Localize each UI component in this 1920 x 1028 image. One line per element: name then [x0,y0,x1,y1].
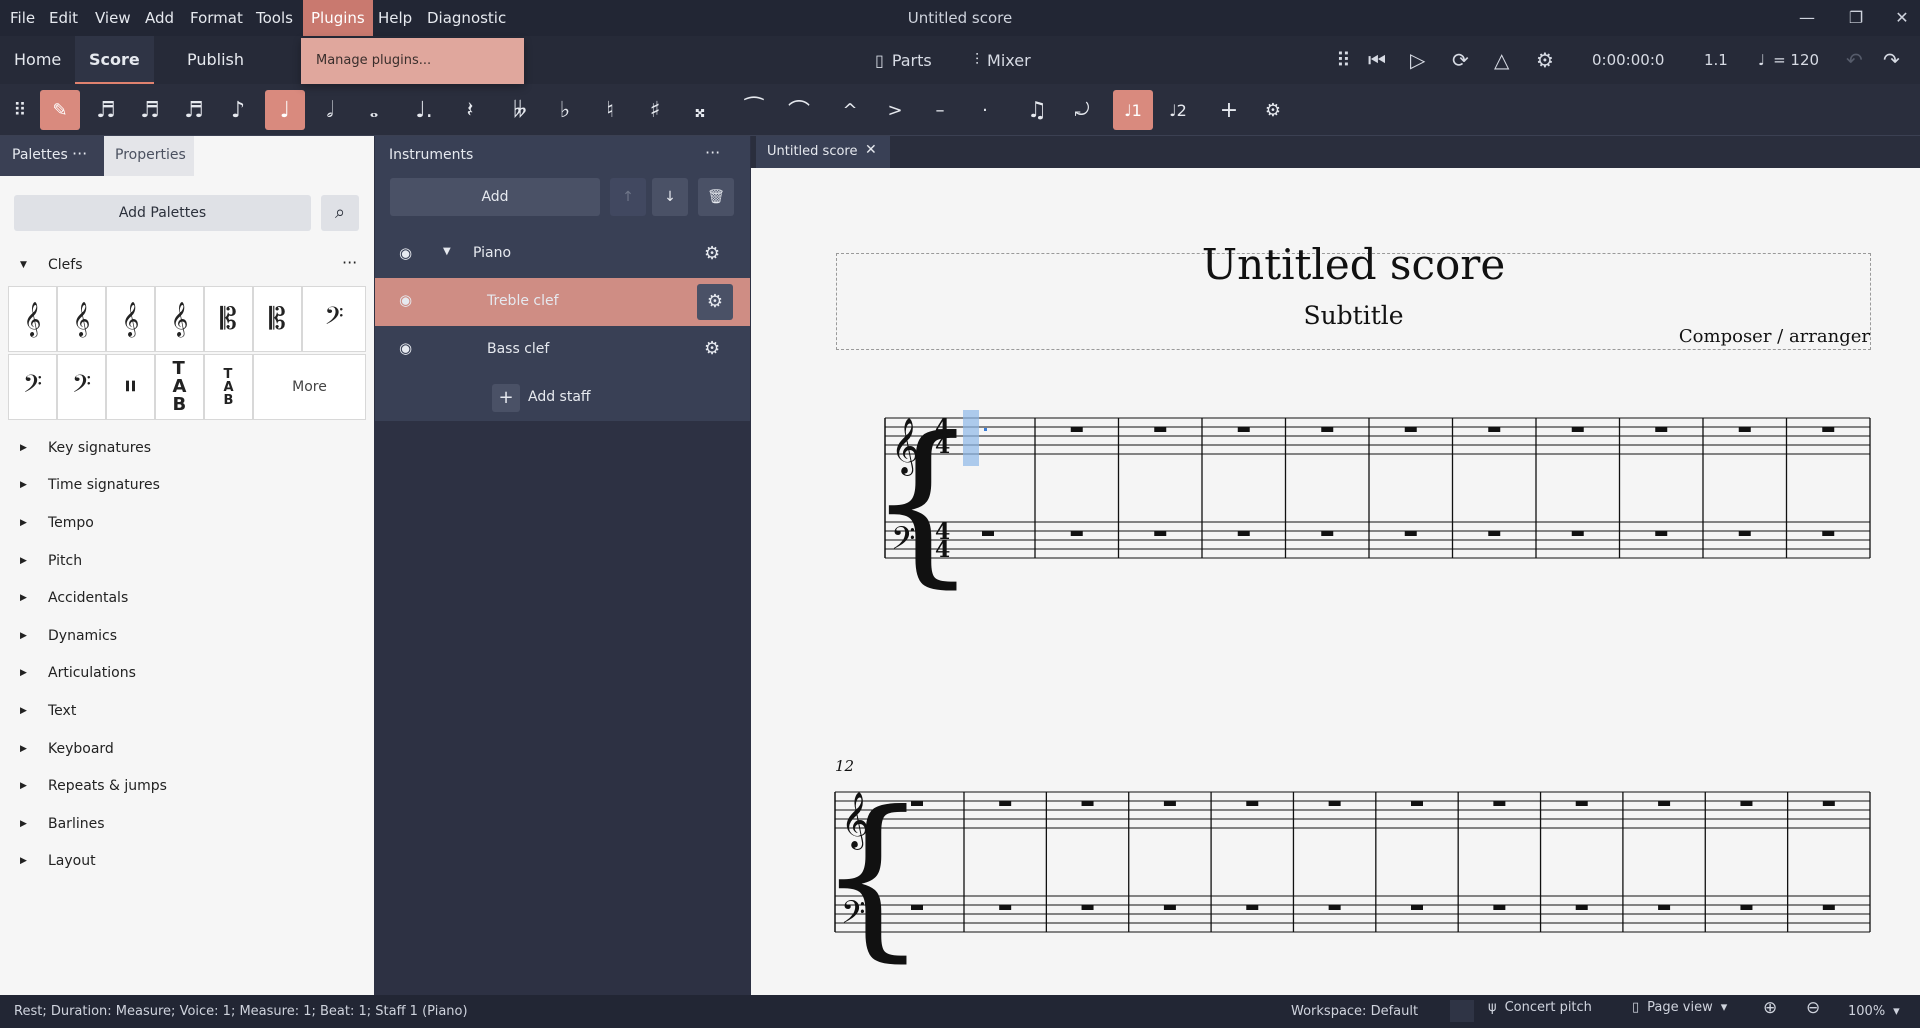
whole-rest [1246,905,1259,910]
page-view-select[interactable]: ▯ Page view ▾ [1632,1000,1727,1015]
whole-rest [1081,905,1094,910]
whole-rest [1740,801,1753,806]
whole-rest [1822,531,1835,536]
whole-rest [1328,801,1341,806]
whole-rest [1571,427,1584,432]
whole-rest [1154,531,1167,536]
whole-rest [1658,905,1671,910]
whole-rest [1488,427,1501,432]
whole-rest [1655,531,1668,536]
chevron-down-icon: ▾ [1720,1000,1728,1015]
whole-rest [1740,905,1753,910]
chevron-down-icon: ▾ [1893,1004,1900,1019]
time-signature-denominator: 4 [935,537,950,563]
bass-clef-icon: 𝄢 [891,520,915,564]
whole-rest [1070,427,1083,432]
whole-rest [1163,801,1176,806]
zoom-out-icon[interactable]: ⊖ [1806,998,1820,1018]
treble-clef-icon: 𝄞 [841,792,869,850]
treble-clef-icon: 𝄞 [891,418,919,476]
system-1: {𝄞𝄢4444 [867,401,1871,604]
bass-clef-icon: 𝄢 [841,894,865,938]
whole-rest [999,801,1012,806]
zoom-select[interactable]: 100% ▾ [1848,1004,1900,1019]
whole-rest [1321,427,1334,432]
whole-rest [1411,801,1423,806]
whole-rest [1411,905,1423,910]
whole-rest [1822,905,1835,910]
brace-icon: { [867,401,978,604]
whole-rest [911,905,923,910]
concert-pitch-toggle[interactable] [1450,1000,1474,1022]
whole-rest [1081,801,1094,806]
whole-rest [1575,905,1588,910]
status-text: Rest; Duration: Measure; Voice: 1; Measu… [14,1004,468,1019]
whole-rest [1328,905,1341,910]
whole-rest [1655,427,1668,432]
selected-rest [984,428,987,431]
whole-rest [1488,531,1501,536]
whole-rest [1493,905,1506,910]
whole-rest [1575,801,1588,806]
whole-rest [911,801,923,806]
whole-rest [1404,427,1417,432]
whole-rest [1822,427,1835,432]
whole-rest [1321,531,1334,536]
page-icon: ▯ [1632,1000,1640,1015]
whole-rest [1658,801,1671,806]
whole-rest [1163,905,1176,910]
workspace-selector[interactable]: Workspace: Default [1291,1004,1418,1019]
concert-pitch-button[interactable]: ψ Concert pitch [1488,1000,1592,1015]
whole-rest [1738,427,1751,432]
whole-rest [1154,427,1167,432]
whole-rest [1237,531,1250,536]
measure-number: 12 [835,757,855,775]
whole-rest [1822,801,1835,806]
whole-rest [1246,801,1259,806]
tuning-fork-icon: ψ [1488,1000,1497,1015]
whole-rest [1404,531,1417,536]
score-staves: {𝄞𝄢4444 {𝄞𝄢 [817,401,1871,978]
time-signature-denominator: 4 [935,433,950,459]
manage-plugins-item[interactable]: Manage plugins... [316,53,431,68]
whole-rest [1738,531,1751,536]
whole-rest [1493,801,1506,806]
system-2: {𝄞𝄢 [817,775,1871,978]
whole-rest [1571,531,1584,536]
selection-highlight [963,410,979,466]
whole-rest [982,531,994,536]
plugins-dropdown: Manage plugins... [301,38,524,84]
whole-rest [999,905,1012,910]
whole-rest [1237,427,1250,432]
zoom-in-icon[interactable]: ⊕ [1763,998,1777,1018]
whole-rest [1070,531,1083,536]
